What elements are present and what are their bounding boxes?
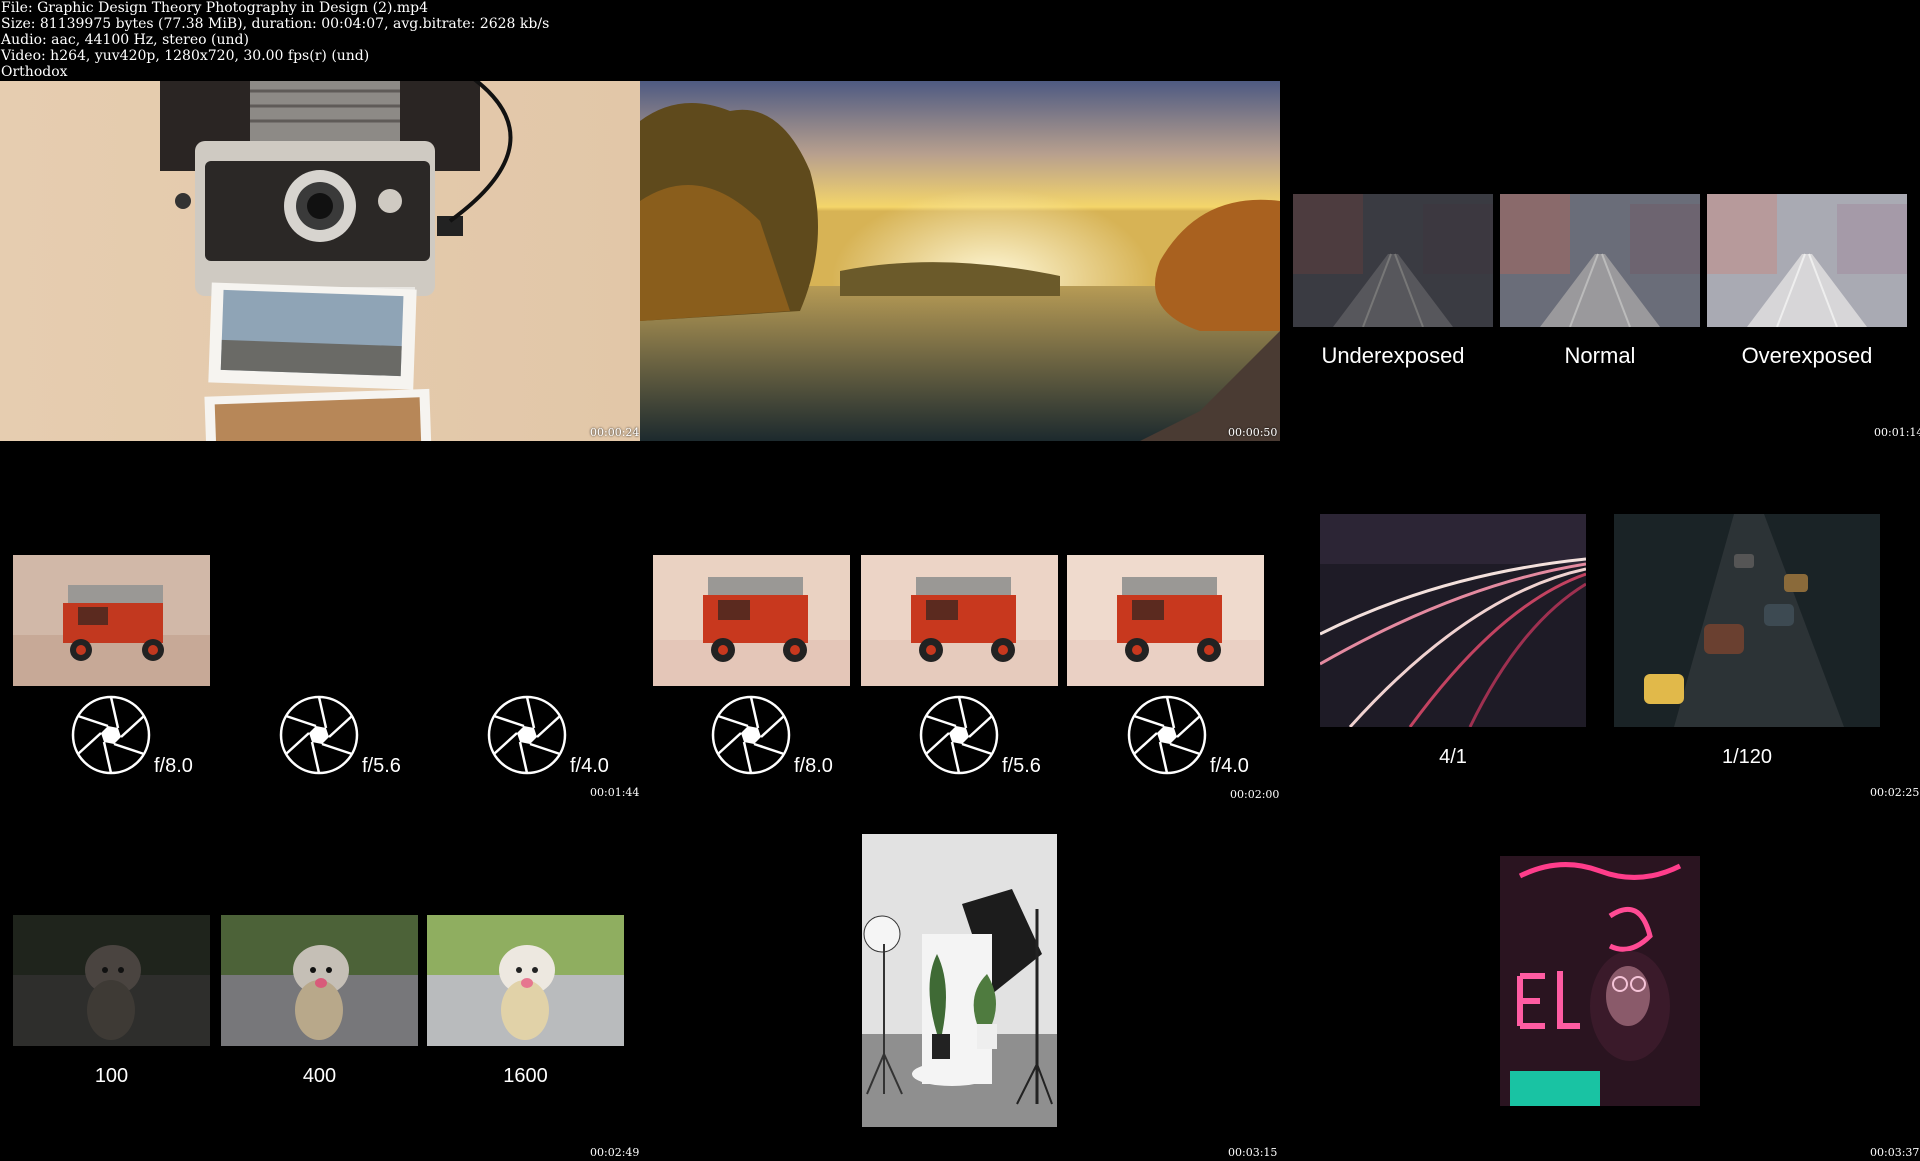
thumbnail-polaroid-camera[interactable]: 00:00:24 <box>0 81 640 441</box>
thumbnail-studio-setup[interactable]: 00:03:15 <box>640 801 1280 1161</box>
sunset-river-image <box>640 81 1280 441</box>
toy-car-f56-image <box>861 555 1058 686</box>
aperture-icon <box>71 695 151 775</box>
size-info-line: Size: 81139975 bytes (77.38 MiB), durati… <box>1 16 550 32</box>
timestamp: 00:02:25 <box>1870 786 1920 799</box>
timestamp: 00:03:15 <box>1228 1146 1278 1159</box>
railway-normal-image <box>1500 194 1700 327</box>
railway-underexposed-image <box>1293 194 1493 327</box>
aperture-icon <box>919 695 999 775</box>
timestamp: 00:03:37 <box>1870 1146 1920 1159</box>
aperture-label: f/5.6 <box>362 755 401 777</box>
aperture-label: f/5.6 <box>1002 755 1041 777</box>
dog-iso100-image <box>13 915 210 1046</box>
timestamp: 00:00:50 <box>1228 426 1278 439</box>
aperture-icon <box>711 695 791 775</box>
timestamp: 00:00:24 <box>590 426 640 439</box>
thumbnail-shutter-speed[interactable]: 4/1 1/120 00:02:25 <box>1280 441 1920 801</box>
thumbnail-sunset-river[interactable]: 00:00:50 <box>640 81 1280 441</box>
aperture-icon <box>1127 695 1207 775</box>
toy-car-f4-image <box>1067 555 1264 686</box>
aperture-icon <box>487 695 567 775</box>
timestamp: 00:02:00 <box>1230 788 1280 801</box>
polaroid-camera-image <box>0 81 640 441</box>
timestamp: 00:01:14 <box>1874 426 1920 439</box>
aperture-label: f/8.0 <box>154 755 193 777</box>
exposure-label-normal: Normal <box>1564 343 1636 368</box>
video-info-line: Video: h264, yuv420p, 1280x720, 30.00 fp… <box>1 48 370 64</box>
file-info-line: File: Graphic Design Theory Photography … <box>1 0 429 16</box>
dog-iso400-image <box>221 915 418 1046</box>
timestamp: 00:02:49 <box>590 1146 640 1159</box>
iso-label: 400 <box>302 1065 337 1087</box>
night-traffic-image <box>1614 514 1880 727</box>
light-trails-image <box>1320 514 1586 727</box>
audio-info-line: Audio: aac, 44100 Hz, stereo (und) <box>1 32 249 48</box>
photo-studio-image <box>862 834 1057 1127</box>
exposure-label-overexposed: Overexposed <box>1741 343 1873 368</box>
aperture-label: f/4.0 <box>570 755 609 777</box>
toy-car-image <box>13 555 210 686</box>
iso-label: 1600 <box>503 1065 548 1087</box>
aperture-label: f/8.0 <box>794 755 833 777</box>
neon-portrait-image <box>1500 856 1700 1106</box>
thumbnail-aperture-intro[interactable]: f/8.0 f/5.6 f/4.0 00:01:44 <box>0 441 640 801</box>
toy-car-f8-image <box>653 555 850 686</box>
shutter-label: 4/1 <box>1439 746 1467 768</box>
tool-name-line: Orthodox <box>1 64 68 80</box>
timestamp: 00:01:44 <box>590 786 640 799</box>
shutter-label: 1/120 <box>1721 746 1773 768</box>
iso-label: 100 <box>94 1065 129 1087</box>
aperture-icon <box>279 695 359 775</box>
dog-iso1600-image <box>427 915 624 1046</box>
railway-overexposed-image <box>1707 194 1907 327</box>
thumbnail-exposure-comparison[interactable]: Underexposed Normal Overexposed 00:01:14 <box>1280 81 1920 441</box>
thumbnail-aperture-comparison[interactable]: f/8.0 f/5.6 f/4.0 00:02:00 <box>640 441 1280 801</box>
thumbnail-neon-portrait[interactable]: 00:03:37 <box>1280 801 1920 1161</box>
thumbnail-iso-comparison[interactable]: 100 400 1600 00:02:49 <box>0 801 640 1161</box>
aperture-label: f/4.0 <box>1210 755 1249 777</box>
exposure-label-underexposed: Underexposed <box>1321 343 1465 368</box>
